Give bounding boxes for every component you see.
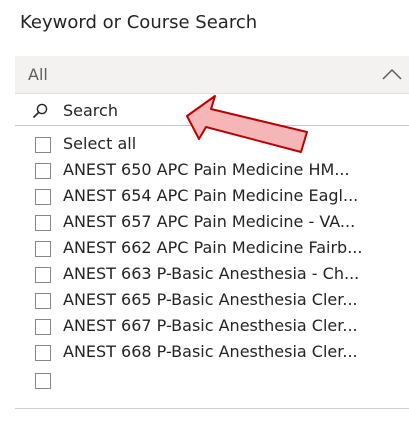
checkbox[interactable] — [35, 345, 51, 361]
list-item[interactable]: ANEST 662 APC Pain Medicine Fairb... — [15, 236, 409, 262]
checkbox[interactable] — [35, 293, 51, 309]
checkbox[interactable] — [35, 137, 51, 153]
list-item[interactable]: ANEST 657 APC Pain Medicine - VA... — [15, 210, 409, 236]
slicer-item-list: Select all ANEST 650 APC Pain Medicine H… — [15, 132, 409, 408]
slicer-dropdown-header[interactable]: All — [15, 56, 409, 94]
slicer-title: Keyword or Course Search — [20, 12, 258, 33]
list-item-label: ANEST 663 P-Basic Anesthesia - Ch... — [63, 264, 360, 283]
list-item[interactable]: ANEST 663 P-Basic Anesthesia - Ch... — [15, 262, 409, 288]
list-item[interactable]: ANEST 667 P-Basic Anesthesia Cler... — [15, 314, 409, 340]
search-icon — [32, 103, 48, 119]
list-item[interactable]: ANEST 665 P-Basic Anesthesia Cler... — [15, 288, 409, 314]
checkbox[interactable] — [35, 163, 51, 179]
checkbox[interactable] — [35, 373, 51, 389]
checkbox[interactable] — [35, 267, 51, 283]
red-arrow-icon — [186, 95, 308, 153]
slicer-bottom-edge — [15, 408, 409, 421]
selected-value: All — [28, 65, 48, 84]
checkbox[interactable] — [35, 241, 51, 257]
checkbox[interactable] — [35, 319, 51, 335]
list-item-label: ANEST 665 P-Basic Anesthesia Cler... — [63, 290, 358, 309]
list-item[interactable]: ANEST 668 P-Basic Anesthesia Cler... — [15, 340, 409, 366]
chevron-up-icon[interactable] — [381, 67, 403, 81]
list-item-label: ANEST 667 P-Basic Anesthesia Cler... — [63, 316, 358, 335]
checkbox[interactable] — [35, 189, 51, 205]
list-item-label: Select all — [63, 134, 137, 153]
list-item[interactable]: ANEST 654 APC Pain Medicine Eagl... — [15, 184, 409, 210]
list-item-label: ANEST 662 APC Pain Medicine Fairb... — [63, 238, 363, 257]
list-item-label: ANEST 668 P-Basic Anesthesia Cler... — [63, 342, 358, 361]
checkbox[interactable] — [35, 215, 51, 231]
list-item[interactable]: ANEST 650 APC Pain Medicine HM... — [15, 158, 409, 184]
list-item-label: ANEST 657 APC Pain Medicine - VA... — [63, 212, 356, 231]
list-item-label: ANEST 654 APC Pain Medicine Eagl... — [63, 186, 359, 205]
list-item-partial[interactable] — [15, 368, 409, 394]
list-item-label: ANEST 650 APC Pain Medicine HM... — [63, 160, 350, 179]
